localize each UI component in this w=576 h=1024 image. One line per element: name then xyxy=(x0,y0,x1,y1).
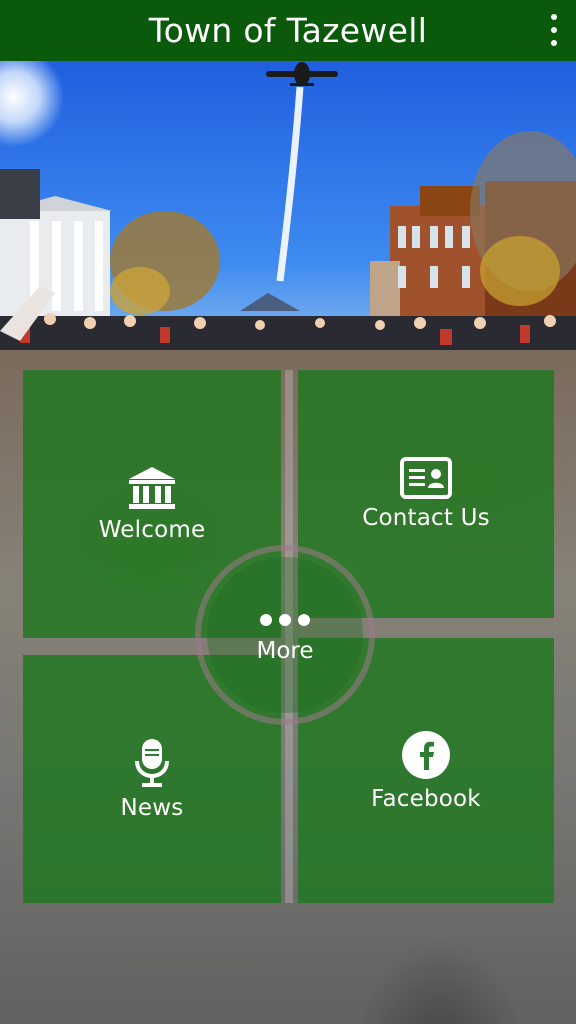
welcome-label: Welcome xyxy=(98,517,206,543)
contact-us-label: Contact Us xyxy=(362,505,490,531)
more-label: More xyxy=(256,638,314,664)
banner-photo xyxy=(0,61,576,350)
app-bar: Town of Tazewell xyxy=(0,0,576,61)
facebook-icon xyxy=(402,730,450,779)
facebook-label: Facebook xyxy=(371,785,481,812)
building-icon xyxy=(129,467,175,509)
contact-card-icon xyxy=(400,457,452,499)
app-screen: Town of Tazewell Welcome Contact Us News… xyxy=(0,0,576,1024)
more-button[interactable]: More xyxy=(207,557,363,713)
more-horizontal-icon xyxy=(260,614,310,626)
more-vertical-icon[interactable] xyxy=(546,14,562,46)
microphone-icon xyxy=(135,739,169,787)
app-title: Town of Tazewell xyxy=(148,11,428,50)
news-label: News xyxy=(120,795,184,821)
